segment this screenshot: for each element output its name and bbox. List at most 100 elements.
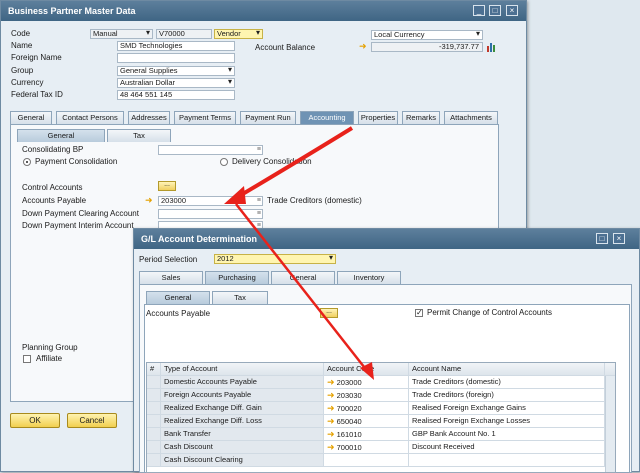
close-icon[interactable]: × (506, 5, 518, 16)
table-row[interactable]: Foreign Accounts Payable ➜ 203030 Trade Cr… (147, 389, 605, 402)
tab-payment-terms[interactable]: Payment Terms (174, 111, 236, 124)
account-name-cell: GBP Bank Account No. 1 (409, 428, 605, 440)
account-code-cell[interactable]: ➜ 203000 (324, 376, 409, 388)
code-series-select[interactable]: Manual (90, 29, 153, 39)
consolidating-bp-input[interactable]: ≡ (158, 145, 263, 155)
tab-properties[interactable]: Properties (358, 111, 398, 124)
account-name-cell: Trade Creditors (foreign) (409, 389, 605, 401)
consolidating-bp-label: Consolidating BP (22, 145, 84, 154)
table-row[interactable]: Realized Exchange Diff. Gain ➜ 700020 Real… (147, 402, 605, 415)
close-icon[interactable]: × (613, 233, 625, 244)
subtab-tax[interactable]: Tax (107, 129, 171, 142)
code-input[interactable]: V70000 (156, 29, 212, 39)
permit-change-checkbox[interactable]: ✓ (415, 309, 423, 317)
control-accounts-button[interactable]: ... (158, 181, 176, 191)
tab-accounting[interactable]: Accounting (300, 111, 354, 124)
link-arrow-icon[interactable]: ➜ (327, 416, 335, 426)
dp-interim-label: Down Payment Interim Account (22, 221, 134, 230)
row-selector[interactable] (147, 402, 161, 414)
payment-consolidation-radio[interactable] (23, 158, 31, 166)
account-code-cell[interactable]: ➜ 650040 (324, 415, 409, 427)
column-header-number[interactable]: # (147, 363, 161, 375)
account-code-cell[interactable]: ➜ 203030 (324, 389, 409, 401)
choose-from-list-icon[interactable]: ≡ (257, 210, 261, 218)
subtab-general[interactable]: General (17, 129, 105, 142)
tab-contact-persons[interactable]: Contact Persons (56, 111, 124, 124)
dp-clearing-label: Down Payment Clearing Account (22, 209, 139, 218)
affiliate-checkbox[interactable] (23, 355, 31, 363)
account-balance-value: -319,737.77 (438, 42, 479, 51)
maximize-icon[interactable]: □ (489, 5, 501, 16)
table-row[interactable]: Bank Transfer ➜ 161010 GBP Bank Account No… (147, 428, 605, 441)
account-name-cell: Trade Creditors (domestic) (409, 376, 605, 388)
ok-button[interactable]: OK (10, 413, 60, 428)
planning-group-label: Planning Group (22, 343, 78, 352)
link-arrow-icon[interactable]: ➜ (327, 403, 335, 413)
accounts-payable-input[interactable]: 203000 ≡ (158, 196, 263, 206)
tab-sales[interactable]: Sales (139, 271, 203, 284)
row-selector[interactable] (147, 389, 161, 401)
column-header-code[interactable]: Account Code (324, 363, 409, 375)
subtab-tax-gl[interactable]: Tax (212, 291, 268, 304)
currency-select[interactable]: Australian Dollar (117, 78, 235, 88)
bar-chart-icon[interactable] (486, 41, 497, 52)
tab-addresses[interactable]: Addresses (128, 111, 170, 124)
bp-window-title: Business Partner Master Data (8, 6, 136, 16)
accounts-payable-gl-button[interactable]: ... (320, 308, 338, 318)
column-header-name[interactable]: Account Name (409, 363, 605, 375)
dp-clearing-input[interactable]: ≡ (158, 209, 263, 219)
row-selector[interactable] (147, 441, 161, 453)
row-selector[interactable] (147, 428, 161, 440)
gl-window-title: G/L Account Determination (141, 234, 258, 244)
choose-from-list-icon[interactable]: ≡ (257, 146, 261, 154)
tab-payment-run[interactable]: Payment Run (240, 111, 296, 124)
choose-from-list-icon[interactable]: ≡ (257, 197, 261, 205)
name-label: Name (11, 41, 33, 50)
link-arrow-icon[interactable]: ➜ (327, 442, 335, 452)
column-header-type[interactable]: Type of Account (161, 363, 324, 375)
account-balance-label: Account Balance (255, 43, 316, 52)
tab-remarks[interactable]: Remarks (402, 111, 440, 124)
link-arrow-icon[interactable]: ➜ (327, 377, 335, 387)
period-selection-select[interactable]: 2012 (214, 254, 336, 264)
row-selector[interactable] (147, 454, 161, 466)
federal-tax-input[interactable]: 48 464 551 145 (117, 90, 235, 100)
table-row[interactable]: Cash Discount Clearing (147, 454, 605, 467)
table-row[interactable]: Realized Exchange Diff. Loss ➜ 650040 Real… (147, 415, 605, 428)
name-input[interactable]: SMD Technologies (117, 41, 235, 51)
account-balance-link-arrow-icon[interactable]: ➜ (359, 42, 371, 51)
vertical-scrollbar[interactable] (605, 376, 615, 472)
bp-window-titlebar[interactable]: Business Partner Master Data (1, 1, 526, 21)
gl-window-titlebar[interactable]: G/L Account Determination (134, 229, 639, 249)
currency-display-select[interactable]: Local Currency (371, 30, 483, 40)
tab-general[interactable]: General (10, 111, 52, 124)
account-code-cell[interactable]: ➜ 700010 (324, 441, 409, 453)
bp-type-select[interactable]: Vendor (214, 29, 263, 39)
table-row[interactable]: Domestic Accounts Payable ➜ 203000 Trade C… (147, 376, 605, 389)
accounts-payable-link-arrow-icon[interactable]: ➜ (145, 196, 157, 205)
account-code-cell[interactable] (324, 454, 409, 466)
cancel-button[interactable]: Cancel (67, 413, 117, 428)
row-selector[interactable] (147, 415, 161, 427)
maximize-icon[interactable]: □ (596, 233, 608, 244)
currency-label: Currency (11, 78, 44, 87)
delivery-consolidation-radio[interactable] (220, 158, 228, 166)
tab-purchasing[interactable]: Purchasing (205, 271, 269, 284)
table-row[interactable]: Cash Discount ➜ 700010 Discount Received (147, 441, 605, 454)
foreign-name-label: Foreign Name (11, 53, 62, 62)
row-selector[interactable] (147, 376, 161, 388)
group-select[interactable]: General Supplies (117, 66, 235, 76)
subtab-general-gl[interactable]: General (146, 291, 210, 304)
minimize-icon[interactable]: _ (473, 5, 485, 16)
account-code-value: 161010 (336, 430, 362, 439)
link-arrow-icon[interactable]: ➜ (327, 429, 335, 439)
account-code-cell[interactable]: ➜ 700020 (324, 402, 409, 414)
tab-attachments[interactable]: Attachments (444, 111, 498, 124)
control-accounts-label: Control Accounts (22, 183, 83, 192)
type-of-account-cell: Cash Discount (161, 441, 324, 453)
tab-inventory[interactable]: Inventory (337, 271, 401, 284)
link-arrow-icon[interactable]: ➜ (327, 390, 335, 400)
tab-general-gl[interactable]: General (271, 271, 335, 284)
foreign-name-input[interactable] (117, 53, 235, 63)
account-code-cell[interactable]: ➜ 161010 (324, 428, 409, 440)
